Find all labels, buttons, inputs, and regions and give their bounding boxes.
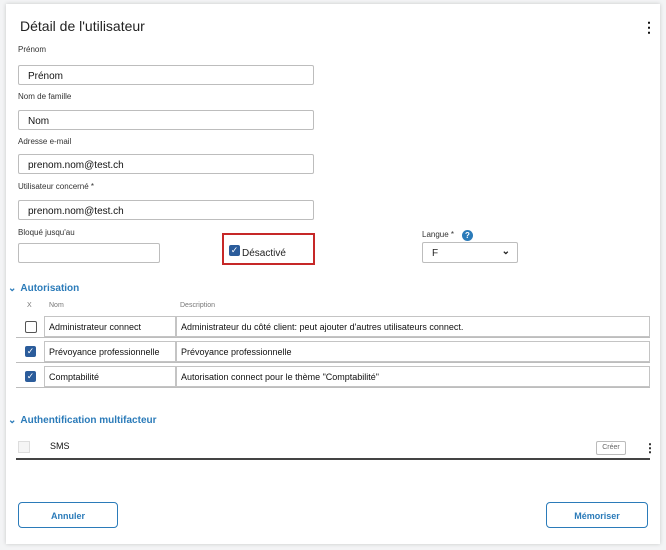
chevron-down-icon: ⌄ [501, 246, 510, 257]
last-name-input[interactable]: Nom [18, 110, 314, 130]
more-vertical-icon[interactable]: ⋮ [642, 20, 656, 34]
user-detail-card: Détail de l'utilisateur ⋮ Prénom Prénom … [6, 4, 660, 544]
chevron-down-icon: ⌄ [8, 415, 17, 426]
row-name: Administrateur connect [44, 316, 176, 337]
mfa-section-header[interactable]: ⌄ Authentification multifacteur [8, 415, 157, 426]
blocked-until-input[interactable] [18, 243, 160, 263]
user-label: Utilisateur concerné * [18, 182, 95, 191]
more-vertical-icon[interactable]: ⋮ [644, 441, 656, 455]
cancel-button[interactable]: Annuler [18, 502, 118, 528]
first-name-label: Prénom [18, 45, 47, 54]
row-checkbox[interactable]: ✓ [25, 346, 36, 357]
email-input[interactable]: prenom.nom@test.ch [18, 154, 314, 174]
mfa-row: SMS Créer ⋮ [16, 440, 656, 460]
email-label: Adresse e-mail [18, 137, 72, 146]
save-button[interactable]: Mémoriser [546, 502, 648, 528]
sms-label: SMS [50, 441, 70, 451]
disabled-checkbox[interactable]: ✓ [229, 245, 240, 256]
column-header-description: Description [180, 302, 216, 309]
user-input[interactable]: prenom.nom@test.ch [18, 200, 314, 220]
row-description: Autorisation connect pour le thème "Comp… [176, 366, 650, 387]
table-row: Administrateur connect Administrateur du… [16, 316, 650, 338]
create-button[interactable]: Créer [596, 441, 626, 455]
row-checkbox[interactable]: ✓ [25, 371, 36, 382]
row-description: Prévoyance professionnelle [176, 341, 650, 362]
row-description: Administrateur du côté client: peut ajou… [176, 316, 650, 337]
language-select[interactable]: F ⌄ [422, 242, 518, 263]
row-name: Prévoyance professionnelle [44, 341, 176, 362]
page-title: Détail de l'utilisateur [20, 18, 145, 34]
table-row: ✓ Comptabilité Autorisation connect pour… [16, 366, 650, 388]
column-header-name: Nom [49, 302, 64, 309]
chevron-down-icon: ⌄ [8, 283, 17, 294]
last-name-label: Nom de famille [18, 92, 72, 101]
table-row: ✓ Prévoyance professionnelle Prévoyance … [16, 341, 650, 363]
authorization-title: Autorisation [20, 283, 80, 294]
row-checkbox[interactable] [25, 321, 37, 333]
blocked-until-label: Bloqué jusqu'au [18, 228, 75, 237]
mfa-title: Authentification multifacteur [20, 415, 157, 426]
first-name-input[interactable]: Prénom [18, 65, 314, 85]
sms-checkbox[interactable] [18, 441, 30, 453]
language-value: F [432, 248, 439, 259]
authorization-section-header[interactable]: ⌄ Autorisation [8, 283, 79, 294]
help-icon[interactable]: ? [462, 230, 473, 241]
language-label: Langue * [422, 230, 455, 239]
row-name: Comptabilité [44, 366, 176, 387]
disabled-label: Désactivé [242, 248, 286, 259]
column-header-x: X [27, 302, 32, 309]
